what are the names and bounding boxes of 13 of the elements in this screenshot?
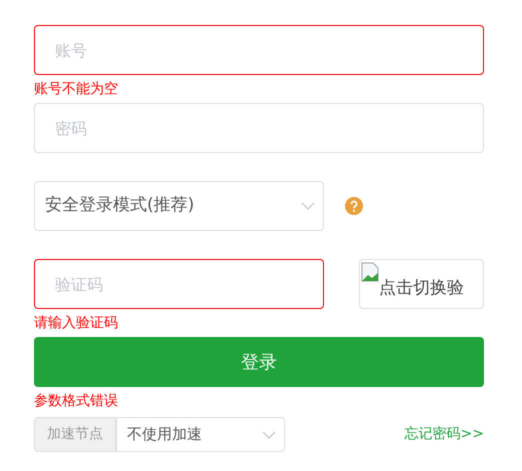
- broken-image-icon: [361, 262, 379, 282]
- accel-select[interactable]: 不使用加速: [116, 417, 285, 452]
- input-field[interactable]: 验证码: [34, 259, 324, 309]
- chevron-down-icon: [262, 430, 276, 438]
- error-message: 请输入验证码: [34, 316, 118, 330]
- captcha-image-button[interactable]: 点击切换验: [359, 259, 484, 309]
- chevron-down-icon: [301, 202, 315, 210]
- error-message: 参数格式错误: [34, 394, 118, 408]
- error-message: 账号不能为空: [34, 82, 118, 96]
- help-icon[interactable]: [345, 197, 363, 215]
- accel-node-label: 加速节点: [34, 417, 116, 452]
- input-field[interactable]: 账号: [34, 25, 484, 75]
- login-mode-select[interactable]: 安全登录模式(推荐): [34, 181, 324, 231]
